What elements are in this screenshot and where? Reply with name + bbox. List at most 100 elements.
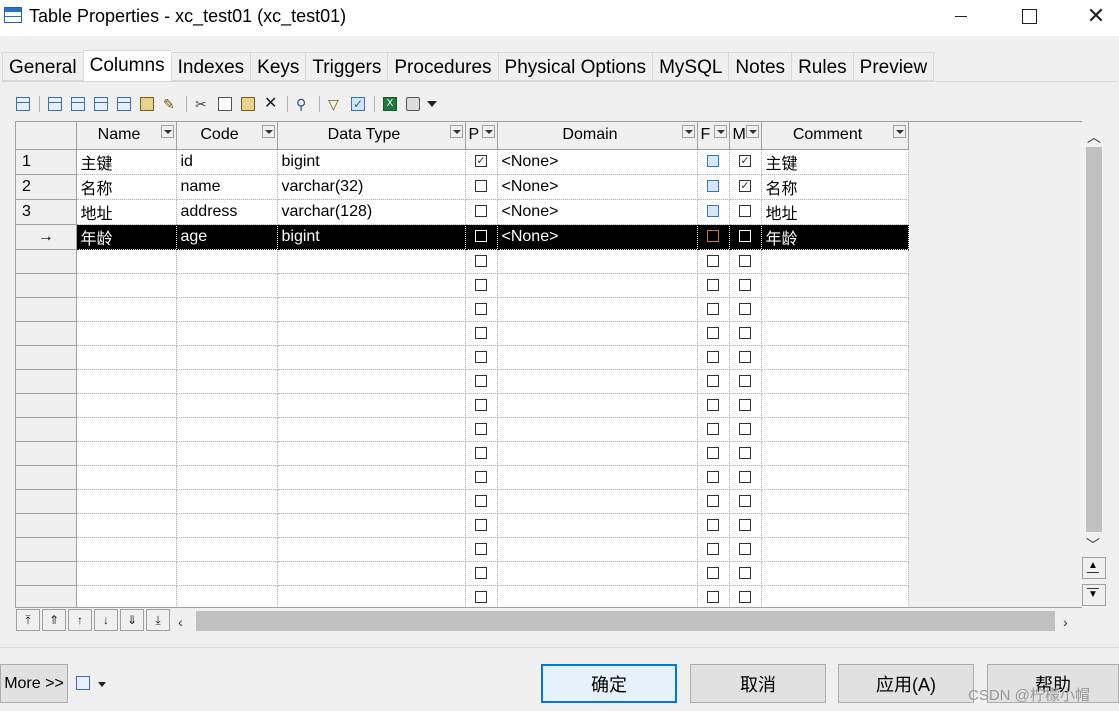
foreign-checkbox[interactable] (707, 278, 719, 291)
print-icon[interactable] (406, 97, 420, 111)
cell-comment[interactable]: 名称 (761, 174, 909, 200)
cut-icon[interactable]: ✂ (195, 97, 209, 111)
cell-data-type[interactable] (277, 273, 466, 298)
horizontal-scroll-thumb[interactable] (196, 611, 1055, 631)
cell-comment[interactable] (761, 441, 909, 466)
cell-domain[interactable]: <None> (497, 174, 698, 200)
row-number[interactable] (16, 417, 77, 442)
cell-code[interactable]: address (176, 199, 278, 225)
scroll-up-icon[interactable]: ︿ (1087, 127, 1101, 147)
tab-keys[interactable]: Keys (250, 52, 306, 81)
foreign-checkbox[interactable] (707, 446, 719, 459)
primary-checkbox[interactable] (475, 470, 487, 483)
customize-columns-icon[interactable]: ✓ (351, 97, 365, 111)
table-row[interactable] (16, 489, 1082, 514)
col-header-name[interactable]: Name (76, 122, 177, 150)
cell-data-type[interactable]: bigint (277, 149, 466, 175)
cell-comment[interactable] (761, 297, 909, 322)
scroll-right-icon[interactable]: › (1063, 614, 1068, 630)
tab-preview[interactable]: Preview (852, 52, 935, 81)
mandatory-checkbox[interactable]: ✓ (739, 180, 751, 193)
cell-domain[interactable]: <None> (497, 149, 698, 175)
column-dropdown-icon[interactable] (681, 125, 695, 138)
primary-checkbox[interactable] (475, 590, 487, 603)
primary-checkbox[interactable] (475, 350, 487, 363)
tab-rules[interactable]: Rules (791, 52, 853, 81)
column-dropdown-icon[interactable] (745, 125, 759, 138)
mandatory-checkbox[interactable] (739, 326, 751, 339)
cell-code[interactable] (176, 321, 278, 346)
cell-code[interactable] (176, 441, 278, 466)
first-row-button[interactable]: ⤒ (16, 609, 40, 631)
add-row-icon[interactable] (71, 97, 85, 111)
cell-comment[interactable] (761, 369, 909, 394)
paste-icon[interactable] (241, 97, 255, 111)
dropdown-icon[interactable] (427, 101, 437, 107)
primary-checkbox[interactable] (475, 278, 487, 291)
mandatory-checkbox[interactable] (739, 278, 751, 291)
cell-name[interactable] (76, 585, 177, 607)
foreign-checkbox[interactable] (707, 470, 719, 483)
primary-checkbox[interactable] (475, 446, 487, 459)
mandatory-checkbox[interactable]: ✓ (739, 155, 751, 168)
cell-domain[interactable] (497, 489, 698, 514)
foreign-checkbox[interactable] (707, 205, 719, 218)
col-header-domain[interactable]: Domain (497, 122, 698, 150)
page-down-button[interactable]: ⇓ (120, 609, 144, 631)
mandatory-checkbox[interactable] (739, 566, 751, 579)
cell-domain[interactable] (497, 345, 698, 370)
add-rows-icon[interactable] (94, 97, 108, 111)
cell-domain[interactable] (497, 513, 698, 538)
mandatory-checkbox[interactable] (739, 398, 751, 411)
foreign-checkbox[interactable] (707, 398, 719, 411)
table-row[interactable] (16, 249, 1082, 274)
tab-indexes[interactable]: Indexes (170, 52, 251, 81)
excel-export-icon[interactable]: X (383, 97, 397, 111)
row-number[interactable] (16, 393, 77, 418)
column-dropdown-icon[interactable] (713, 125, 727, 138)
cell-domain[interactable]: <None> (497, 199, 698, 225)
cell-data-type[interactable] (277, 345, 466, 370)
row-number[interactable] (16, 561, 77, 586)
cell-data-type[interactable]: bigint (277, 224, 466, 250)
table-row[interactable] (16, 321, 1082, 346)
tab-procedures[interactable]: Procedures (387, 52, 498, 81)
cell-comment[interactable] (761, 345, 909, 370)
cell-name[interactable] (76, 273, 177, 298)
column-dropdown-icon[interactable] (261, 125, 275, 138)
cell-code[interactable] (176, 489, 278, 514)
ok-button[interactable]: 确定 (541, 664, 677, 703)
mandatory-checkbox[interactable] (739, 230, 751, 243)
col-header-data-type[interactable]: Data Type (277, 122, 466, 150)
primary-checkbox[interactable] (475, 566, 487, 579)
foreign-checkbox[interactable] (707, 374, 719, 387)
cell-domain[interactable] (497, 249, 698, 274)
prev-row-button[interactable]: ↑ (68, 609, 92, 631)
cell-code[interactable] (176, 465, 278, 490)
row-number[interactable] (16, 441, 77, 466)
cell-name[interactable]: 年龄 (76, 224, 177, 250)
cell-name[interactable] (76, 489, 177, 514)
cell-code[interactable] (176, 513, 278, 538)
cell-data-type[interactable] (277, 249, 466, 274)
table-row[interactable]: 1 主键 id bigint ✓ <None> ✓ 主键 (16, 149, 1082, 175)
add-columns-icon[interactable] (117, 97, 131, 111)
row-number[interactable] (16, 273, 77, 298)
delete-icon[interactable]: ✕ (264, 96, 278, 112)
cell-name[interactable] (76, 417, 177, 442)
col-header-comment[interactable]: Comment (761, 122, 909, 150)
cell-domain[interactable] (497, 417, 698, 442)
row-number[interactable] (16, 297, 77, 322)
cell-comment[interactable] (761, 321, 909, 346)
cell-code[interactable] (176, 345, 278, 370)
cancel-button[interactable]: 取消 (690, 664, 826, 703)
mandatory-checkbox[interactable] (739, 518, 751, 531)
cell-name[interactable] (76, 369, 177, 394)
foreign-checkbox[interactable] (707, 494, 719, 507)
cell-comment[interactable]: 年龄 (761, 224, 909, 250)
cell-code[interactable] (176, 393, 278, 418)
primary-checkbox[interactable] (475, 230, 487, 243)
cell-data-type[interactable] (277, 321, 466, 346)
foreign-checkbox[interactable] (707, 422, 719, 435)
next-row-button[interactable]: ↓ (94, 609, 118, 631)
